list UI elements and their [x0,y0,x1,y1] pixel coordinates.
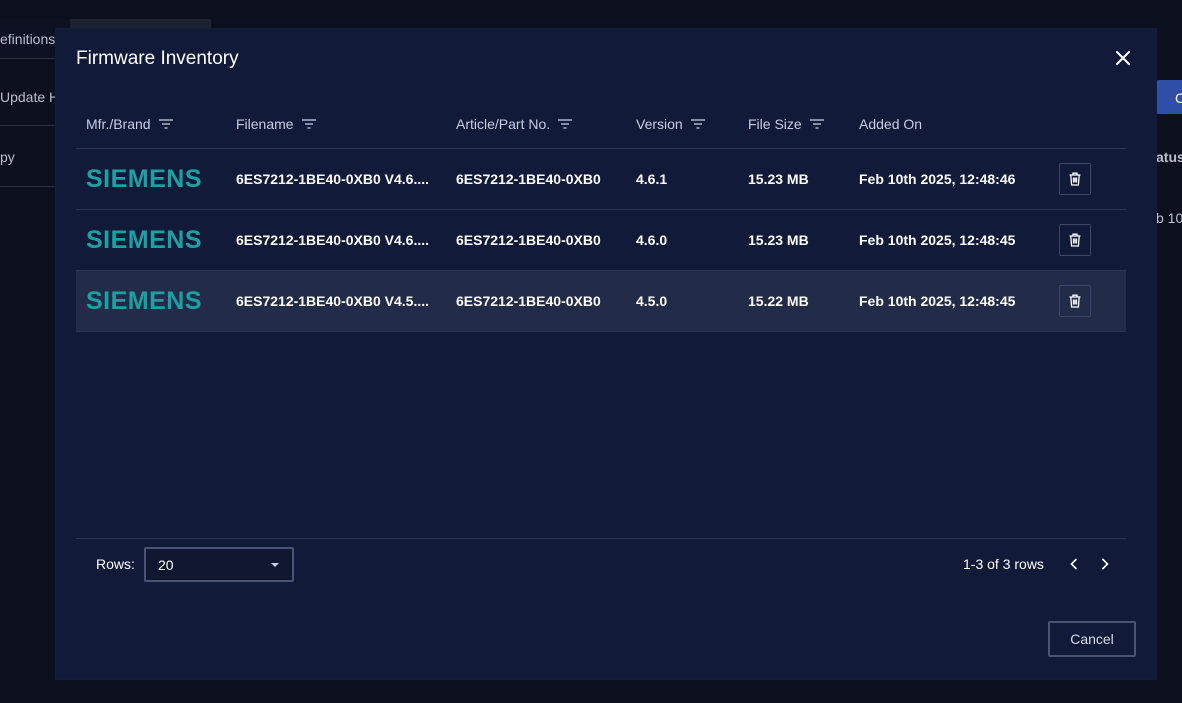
rows-per-page-value: 20 [158,556,174,573]
dialog-title: Firmware Inventory [76,48,239,69]
chevron-right-icon [1101,558,1109,570]
column-header-file-size: File Size [748,99,824,149]
siemens-logo: SIEMENS [86,225,203,254]
background-divider [0,186,56,187]
background-tab-label: efinitions [0,31,56,47]
filename-cell: 6ES7212-1BE40-0XB0 V4.6.... [236,232,430,248]
table-row[interactable]: SIEMENS 6ES7212-1BE40-0XB0 V4.6.... 6ES7… [76,149,1126,210]
close-button[interactable] [1112,47,1134,69]
column-header-version: Version [636,99,705,149]
background-status-header: atus [1156,149,1182,165]
file-size-cell: 15.22 MB [748,293,809,309]
pagination-info: 1-3 of 3 rows [963,556,1044,572]
firmware-table: Mfr./Brand Filename Article/Part No. Ver… [76,99,1126,332]
added-on-cell: Feb 10th 2025, 12:48:45 [859,293,1016,309]
column-header-added-on: Added On [859,116,923,132]
added-on-cell: Feb 10th 2025, 12:48:46 [859,171,1016,187]
trash-icon [1069,233,1081,247]
delete-button[interactable] [1059,163,1091,195]
filter-icon[interactable] [809,119,824,129]
firmware-inventory-dialog: Firmware Inventory Mfr./Brand Filename A… [56,29,1156,679]
column-header-part-no: Article/Part No. [456,99,573,149]
background-date-cell: b 10 [1156,210,1182,226]
siemens-logo: SIEMENS [86,164,203,193]
part-no-cell: 6ES7212-1BE40-0XB0 [456,171,601,187]
siemens-logo: SIEMENS [86,286,203,315]
table-row[interactable]: SIEMENS 6ES7212-1BE40-0XB0 V4.5.... 6ES7… [76,271,1126,332]
delete-button[interactable] [1059,285,1091,317]
background-column-label: py [0,149,15,165]
filter-icon[interactable] [158,119,173,129]
background-button-label: C [1175,90,1182,106]
trash-icon [1069,172,1081,186]
version-cell: 4.6.1 [636,171,668,187]
version-cell: 4.6.0 [636,232,668,248]
column-header-filename: Filename [236,99,316,149]
rows-per-page-select[interactable]: 20 [144,547,294,582]
chevron-left-icon [1070,558,1078,570]
filter-icon[interactable] [301,119,316,129]
cancel-button[interactable]: Cancel [1048,621,1136,657]
trash-icon [1069,294,1081,308]
table-row[interactable]: SIEMENS 6ES7212-1BE40-0XB0 V4.6.... 6ES7… [76,210,1126,271]
filter-icon[interactable] [690,119,705,129]
file-size-cell: 15.23 MB [748,232,809,248]
rows-per-page-label: Rows: [96,556,135,572]
previous-page-button[interactable] [1064,553,1084,575]
chevron-down-icon [271,563,279,567]
file-size-cell: 15.23 MB [748,171,809,187]
filename-cell: 6ES7212-1BE40-0XB0 V4.5.... [236,293,430,309]
background-divider [0,125,56,126]
close-icon [1116,51,1130,65]
delete-button[interactable] [1059,224,1091,256]
filter-icon[interactable] [558,119,573,129]
part-no-cell: 6ES7212-1BE40-0XB0 [456,293,601,309]
column-header-brand: Mfr./Brand [86,99,173,149]
next-page-button[interactable] [1095,553,1115,575]
added-on-cell: Feb 10th 2025, 12:48:45 [859,232,1016,248]
table-header: Mfr./Brand Filename Article/Part No. Ver… [76,99,1126,149]
filename-cell: 6ES7212-1BE40-0XB0 V4.6.... [236,171,430,187]
version-cell: 4.5.0 [636,293,668,309]
part-no-cell: 6ES7212-1BE40-0XB0 [456,232,601,248]
background-update-label: Update H [0,89,60,105]
footer-divider [76,538,1126,539]
